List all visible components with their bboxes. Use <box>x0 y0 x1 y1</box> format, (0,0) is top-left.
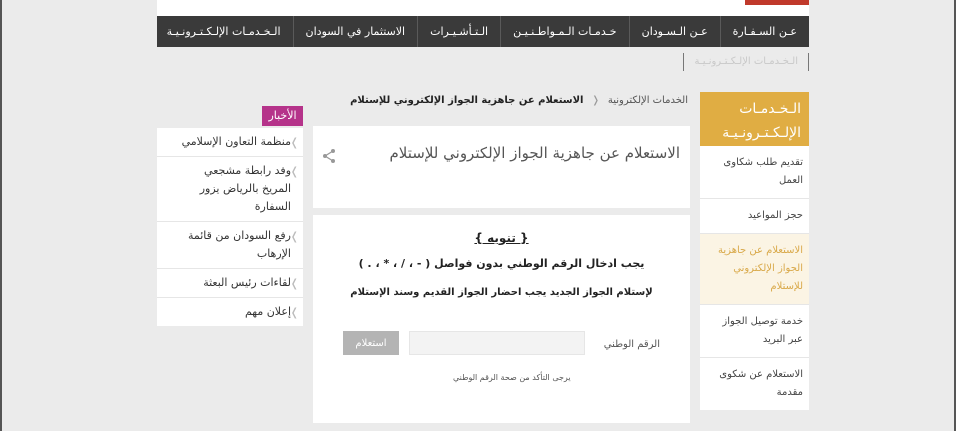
validation-hint: يرجى التأكد من صحة الرقم الوطني <box>453 373 571 382</box>
sidebar-heading: الـخـدمـات الإلـكـتـرونـيـة <box>700 92 809 146</box>
news-list: ❭ منظمة التعاون الإسلامي ❭ وفد رابطة مشج… <box>157 128 303 326</box>
chevron-right-icon: ❭ <box>289 165 299 178</box>
page-title-box: الاستعلام عن جاهزية الجواز الإلكتروني لل… <box>313 126 690 208</box>
news-item[interactable]: ❭ رفع السودان من قائمة الإرهاب <box>157 222 303 269</box>
sidebar-item-appointments[interactable]: حجز المواعيد <box>700 199 809 234</box>
breadcrumb-current: الاستعلام عن جاهزية الجواز الإلكتروني لل… <box>350 95 584 106</box>
sidebar-item-complaint-inquiry[interactable]: الاستعلام عن شكوى مقدمة <box>700 358 809 410</box>
chevron-right-icon: ❭ <box>289 136 299 149</box>
sidebar-item-passport-delivery[interactable]: خدمة توصيل الجواز عبر البريد <box>700 305 809 358</box>
national-id-label: الرقم الوطني <box>603 339 660 350</box>
chevron-right-icon: ❭ <box>289 306 299 319</box>
news-item-title: إعلان مهم <box>244 305 291 318</box>
nav-e-services[interactable]: الـخـدمـات الإلـكـتـرونـيـة <box>155 16 293 47</box>
nav-embassy[interactable]: عـن السـفـارة <box>719 16 809 47</box>
breadcrumb: الخدمات الإلكترونية ❬ الاستعلام عن جاهزي… <box>313 95 688 106</box>
chevron-left-icon: ❬ <box>591 95 600 106</box>
sub-nav: الـخـدمـات الإلـكـتـرونـيـة <box>157 47 809 77</box>
chevron-right-icon: ❭ <box>289 230 299 243</box>
sidebar-item-labor-complaint[interactable]: تقديم طلب شكاوى العمل <box>700 146 809 199</box>
header-accent-bar <box>745 0 809 5</box>
page-title: الاستعلام عن جاهزية الجواز الإلكتروني لل… <box>389 144 680 162</box>
news-item[interactable]: ❭ لقاءات رئيس البعثة <box>157 269 303 298</box>
news-item-title: منظمة التعاون الإسلامي <box>181 135 291 148</box>
breadcrumb-parent[interactable]: الخدمات الإلكترونية <box>608 95 688 106</box>
news-heading: الأخبار <box>262 106 303 126</box>
inquiry-button[interactable]: استعلام <box>343 331 399 355</box>
nav-citizen-services[interactable]: خـدمـات الـمـواطـنـيـن <box>500 16 629 47</box>
notice-title: { تنويه } <box>474 231 529 245</box>
share-icon[interactable] <box>321 148 337 164</box>
news-item[interactable]: ❭ وفد رابطة مشجعي المريخ بالرياض يزور ال… <box>157 157 303 222</box>
news-item-title: لقاءات رئيس البعثة <box>203 276 291 289</box>
header-strip <box>157 0 809 16</box>
chevron-right-icon: ❭ <box>289 277 299 290</box>
national-id-input[interactable] <box>409 331 585 355</box>
nav-visas[interactable]: الـتـأشـيـرات <box>417 16 500 47</box>
sidebar-item-passport-readiness[interactable]: الاستعلام عن جاهزية الجواز الإلكتروني لل… <box>700 234 809 305</box>
nav-investment[interactable]: الاستثمار في السودان <box>292 16 418 47</box>
passport-inquiry-form: { تنويه } يجب ادخال الرقم الوطني بدون فو… <box>313 215 690 423</box>
notice-line-1: يجب ادخال الرقم الوطني بدون فواصل ( - ، … <box>358 257 645 270</box>
news-item-title: رفع السودان من قائمة الإرهاب <box>187 229 291 260</box>
news-item[interactable]: ❭ منظمة التعاون الإسلامي <box>157 128 303 157</box>
main-nav: عـن السـفـارة عـن الـسـودان خـدمـات الـم… <box>157 16 809 47</box>
window-border-left <box>0 0 2 431</box>
news-item-title: وفد رابطة مشجعي المريخ بالرياض يزور السف… <box>199 164 291 213</box>
notice-line-2: لإستلام الجواز الجديد يجب احضار الجواز ا… <box>350 287 653 298</box>
subnav-e-services[interactable]: الـخـدمـات الإلـكـتـرونـيـة <box>683 53 809 71</box>
e-services-sidebar: الـخـدمـات الإلـكـتـرونـيـة تقديم طلب شك… <box>700 92 809 410</box>
nav-sudan[interactable]: عـن الـسـودان <box>628 16 720 47</box>
news-item[interactable]: ❭ إعلان مهم <box>157 298 303 326</box>
